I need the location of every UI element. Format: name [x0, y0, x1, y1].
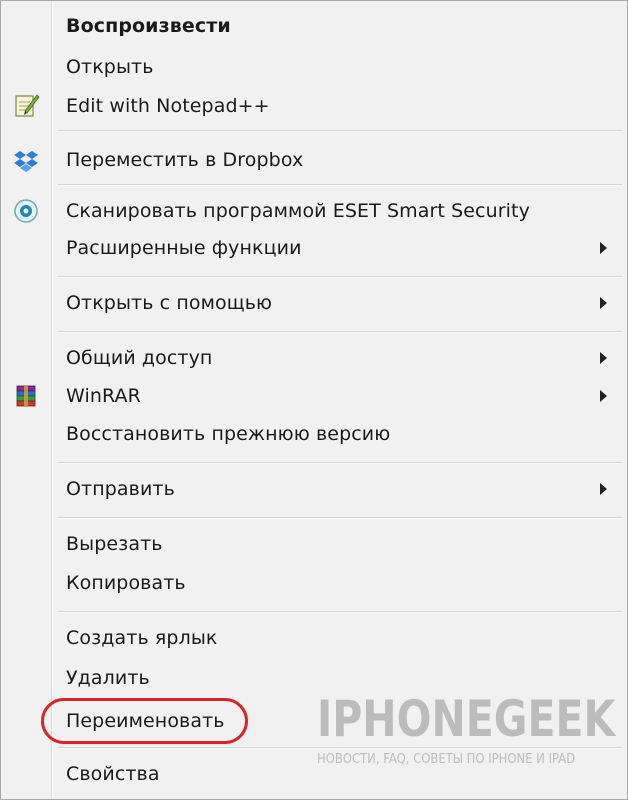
eset-icon	[14, 199, 38, 223]
menu-item-label: Отправить	[66, 478, 175, 500]
submenu-arrow-icon	[600, 242, 607, 254]
menu-item-label: WinRAR	[66, 385, 141, 407]
menu-item-share[interactable]: Общий доступ	[1, 340, 627, 376]
menu-item-label: Копировать	[66, 572, 186, 594]
menu-item-label: Удалить	[66, 667, 150, 689]
menu-separator	[57, 184, 623, 186]
menu-separator	[57, 462, 623, 464]
menu-item-create-shortcut[interactable]: Создать ярлык	[1, 620, 627, 656]
watermark: IPHONEGEEK НОВОСТИ, FAQ, СОВЕТЫ ПО IPHON…	[317, 691, 617, 781]
menu-item-play[interactable]: Воспроизвести	[1, 8, 627, 44]
menu-separator	[57, 517, 623, 519]
menu-item-cut[interactable]: Вырезать	[1, 526, 627, 562]
menu-item-advanced[interactable]: Расширенные функции	[1, 230, 627, 266]
menu-item-label: Воспроизвести	[66, 15, 231, 37]
menu-item-label: Открыть с помощью	[66, 292, 273, 314]
winrar-icon	[16, 385, 36, 407]
watermark-title: IPHONEGEEK	[317, 690, 616, 748]
menu-item-label: Свойства	[66, 763, 160, 785]
menu-item-label: Сканировать программой ESET Smart Securi…	[66, 200, 530, 222]
submenu-arrow-icon	[600, 483, 607, 495]
menu-item-label: Edit with Notepad++	[66, 95, 270, 117]
menu-item-dropbox[interactable]: Переместить в Dropbox	[1, 142, 627, 178]
context-menu: Воспроизвести Открыть Edit with Notepad+…	[0, 0, 628, 800]
menu-item-edit-notepad[interactable]: Edit with Notepad++	[1, 88, 627, 124]
menu-item-eset-scan[interactable]: Сканировать программой ESET Smart Securi…	[1, 193, 627, 229]
menu-separator	[57, 331, 623, 333]
menu-item-restore-version[interactable]: Восстановить прежнюю версию	[1, 416, 627, 452]
menu-separator	[57, 611, 623, 613]
menu-item-label: Открыть	[66, 56, 154, 78]
menu-item-open[interactable]: Открыть	[1, 49, 627, 85]
menu-separator	[57, 276, 623, 278]
menu-item-send-to[interactable]: Отправить	[1, 471, 627, 507]
menu-separator	[57, 130, 623, 132]
watermark-subtitle: НОВОСТИ, FAQ, СОВЕТЫ ПО IPHONE И IPAD	[317, 751, 576, 767]
menu-item-open-with[interactable]: Открыть с помощью	[1, 285, 627, 321]
submenu-arrow-icon	[600, 352, 607, 364]
menu-item-label: Переместить в Dropbox	[66, 149, 304, 171]
submenu-arrow-icon	[600, 297, 607, 309]
highlight-circle	[41, 698, 248, 744]
menu-item-label: Расширенные функции	[66, 237, 302, 259]
menu-item-label: Общий доступ	[66, 347, 213, 369]
menu-item-winrar[interactable]: WinRAR	[1, 378, 627, 414]
menu-item-label: Вырезать	[66, 533, 163, 555]
submenu-arrow-icon	[600, 390, 607, 402]
dropbox-icon	[14, 151, 38, 172]
menu-item-label: Создать ярлык	[66, 627, 218, 649]
menu-item-copy[interactable]: Копировать	[1, 565, 627, 601]
menu-item-label: Восстановить прежнюю версию	[66, 423, 391, 445]
notepad-plus-plus-icon	[15, 94, 40, 117]
